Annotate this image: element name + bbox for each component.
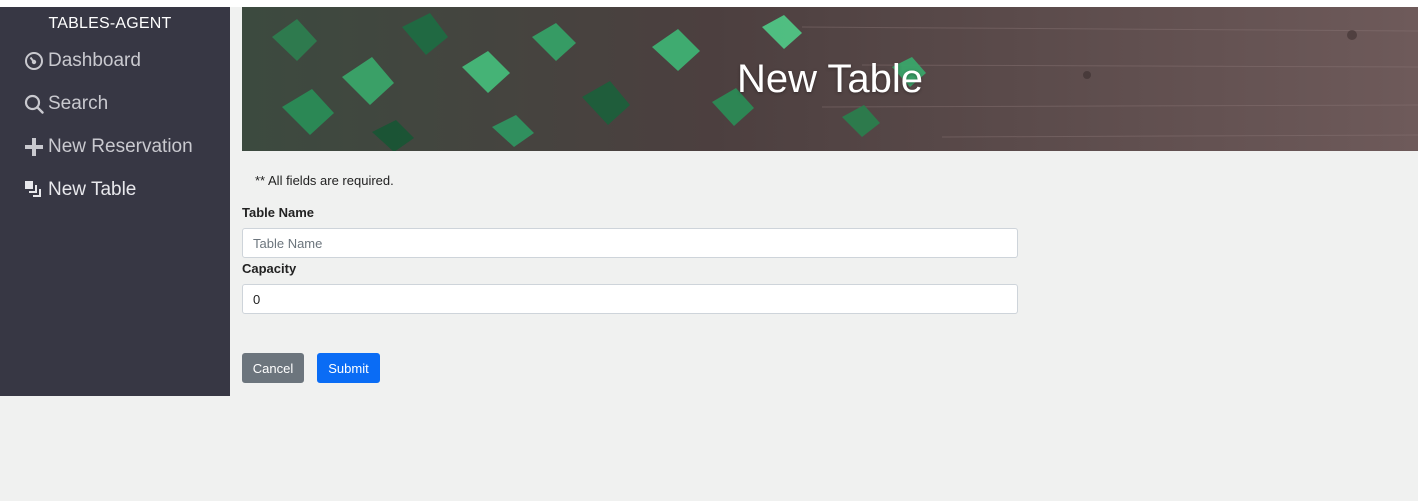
table-name-input[interactable] [242, 228, 1018, 258]
sidebar-item-label: New Table [48, 179, 137, 200]
sidebar-item-label: New Reservation [48, 136, 193, 157]
sidebar-item-label: Dashboard [48, 50, 141, 71]
top-strip [0, 0, 1418, 7]
submit-button[interactable]: Submit [317, 353, 380, 383]
dashboard-gauge-icon [24, 51, 44, 71]
required-fields-note: ** All fields are required. [255, 173, 394, 188]
table-stack-icon [24, 180, 44, 200]
sidebar-item-dashboard[interactable]: Dashboard [24, 46, 141, 76]
page-title: New Table [736, 57, 924, 101]
sidebar-item-new-reservation[interactable]: New Reservation [24, 132, 193, 162]
sidebar-item-label: Search [48, 93, 109, 114]
sidebar: TABLES-AGENT Dashboard Search New Reserv… [0, 7, 230, 396]
cancel-button[interactable]: Cancel [242, 353, 304, 383]
table-name-label: Table Name [242, 205, 315, 220]
sidebar-item-new-table[interactable]: New Table [24, 175, 136, 205]
plus-icon [24, 137, 44, 157]
page: TABLES-AGENT Dashboard Search New Reserv… [0, 0, 1418, 501]
sidebar-item-search[interactable]: Search [24, 89, 108, 119]
header-banner: New Table [242, 7, 1418, 151]
search-icon [24, 94, 44, 114]
capacity-label: Capacity [242, 261, 297, 276]
brand-title[interactable]: TABLES-AGENT [0, 15, 220, 33]
capacity-input[interactable] [242, 284, 1018, 314]
